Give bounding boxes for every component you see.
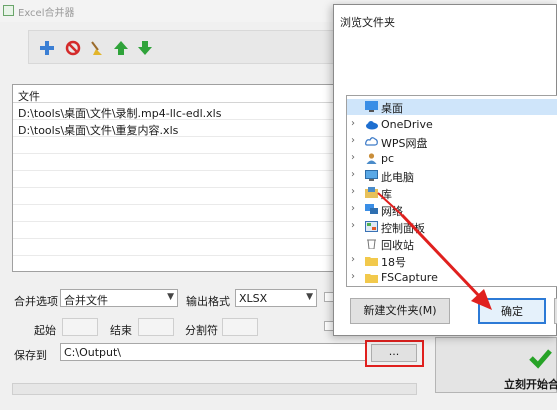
clear-icon[interactable]	[87, 38, 107, 58]
end-input[interactable]	[138, 318, 174, 336]
chevron-right-icon[interactable]: ›	[351, 152, 355, 163]
chevron-down-icon: ▼	[167, 292, 174, 302]
move-up-icon[interactable]	[111, 38, 131, 58]
tree-item-control-panel[interactable]: › 控制面板	[347, 219, 557, 235]
list-item[interactable]	[13, 206, 341, 222]
chevron-right-icon[interactable]: ›	[351, 220, 355, 231]
separator-input[interactable]	[222, 318, 258, 336]
chevron-right-icon[interactable]: ›	[351, 186, 355, 197]
start-merge-button[interactable]: 立刻开始合	[435, 337, 557, 393]
onedrive-icon	[366, 121, 378, 130]
network-icon	[365, 204, 378, 214]
control-panel-icon	[365, 221, 378, 232]
chevron-down-icon: ▼	[306, 292, 313, 302]
dialog-title: 浏览文件夹	[340, 16, 395, 29]
progress-bar	[12, 383, 417, 395]
list-item[interactable]	[13, 189, 341, 205]
folder-icon	[365, 274, 378, 283]
start-label: 起始	[34, 324, 56, 337]
folder-tree[interactable]: 桌面 › OneDrive › WPS网盘 › pc › 此电脑 › 库 › 网…	[346, 95, 557, 287]
check-icon	[529, 349, 552, 369]
chevron-right-icon[interactable]: ›	[351, 169, 355, 180]
computer-icon	[365, 170, 378, 181]
chevron-right-icon[interactable]: ›	[351, 135, 355, 146]
window-title: Excel合并器	[18, 8, 75, 19]
chevron-right-icon[interactable]: ›	[351, 203, 355, 214]
tree-item-pc-user[interactable]: › pc	[347, 151, 557, 167]
desktop-icon	[365, 101, 378, 112]
tree-item-onedrive[interactable]: › OneDrive	[347, 117, 557, 133]
merge-option-value: 合并文件	[64, 294, 108, 307]
merge-option-label: 合并选项	[14, 295, 58, 308]
app-icon	[3, 5, 14, 16]
tree-item-library[interactable]: › 库	[347, 185, 557, 201]
chevron-right-icon[interactable]: ›	[351, 254, 355, 265]
tree-item-fscapture[interactable]: › FSCapture	[347, 270, 557, 286]
tree-item-desktop[interactable]: 桌面	[347, 99, 557, 115]
delete-icon[interactable]	[63, 38, 83, 58]
file-list[interactable]: 文件 D:\tools\桌面\文件\录制.mp4-llc-edl.xls D:\…	[12, 84, 342, 272]
save-path-input[interactable]: C:\Output\	[60, 343, 366, 361]
list-item[interactable]	[13, 138, 341, 154]
tree-item-this-pc[interactable]: › 此电脑	[347, 168, 557, 184]
list-item[interactable]: D:\tools\桌面\文件\录制.mp4-llc-edl.xls	[13, 104, 341, 120]
output-format-value: XLSX	[239, 292, 268, 305]
add-icon[interactable]	[37, 38, 57, 58]
start-merge-label: 立刻开始合	[504, 378, 557, 391]
separator-label: 分割符	[185, 324, 218, 337]
user-icon	[366, 153, 377, 164]
save-to-label: 保存到	[14, 349, 47, 362]
tree-item-folder-18[interactable]: › 18号	[347, 253, 557, 269]
start-input[interactable]	[62, 318, 98, 336]
list-item[interactable]	[13, 223, 341, 239]
recycle-bin-icon	[367, 239, 376, 249]
wps-cloud-icon	[365, 137, 378, 146]
highlight-box	[365, 340, 424, 367]
output-format-select[interactable]: XLSX ▼	[235, 289, 317, 307]
ok-button[interactable]: 确定	[478, 298, 546, 324]
merge-option-select[interactable]: 合并文件 ▼	[60, 289, 178, 307]
chevron-right-icon[interactable]: ›	[351, 118, 355, 129]
list-item[interactable]	[13, 172, 341, 188]
list-item[interactable]	[13, 240, 341, 256]
chevron-right-icon[interactable]: ›	[351, 271, 355, 282]
toolbar	[28, 30, 338, 64]
output-format-label: 输出格式	[186, 295, 230, 308]
file-list-header: 文件	[13, 85, 341, 103]
move-down-icon[interactable]	[135, 38, 155, 58]
list-item[interactable]: D:\tools\桌面\文件\重复内容.xls	[13, 121, 341, 137]
library-icon	[365, 187, 378, 198]
browse-folder-dialog: 浏览文件夹 桌面 › OneDrive › WPS网盘 › pc › 此电脑 ›	[333, 4, 557, 336]
tree-item-wps-cloud[interactable]: › WPS网盘	[347, 134, 557, 150]
list-item[interactable]	[13, 155, 341, 171]
folder-icon	[365, 257, 378, 266]
tree-item-network[interactable]: › 网络	[347, 202, 557, 218]
end-label: 结束	[110, 324, 132, 337]
new-folder-button[interactable]: 新建文件夹(M)	[350, 298, 450, 324]
tree-item-recycle-bin[interactable]: 回收站	[347, 236, 557, 252]
